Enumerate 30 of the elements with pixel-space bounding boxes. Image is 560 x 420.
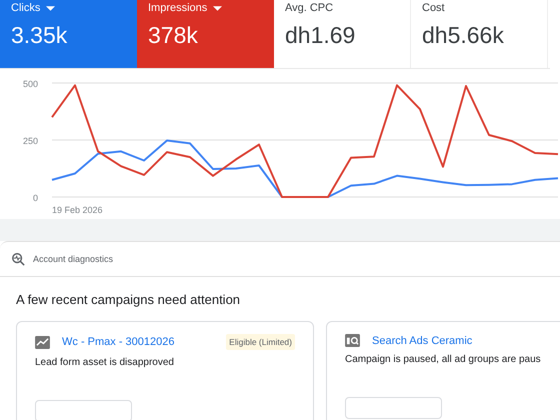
metric-label: Avg. CPC: [285, 2, 334, 14]
metric-label: Clicks: [11, 2, 40, 14]
metric-value: 378k: [148, 22, 199, 49]
metric-tile[interactable]: Cost dh5.66k: [411, 0, 548, 68]
metric-tile[interactable]: Clicks 3.35k: [0, 0, 137, 68]
metric-tile[interactable]: Impressions 378k: [137, 0, 274, 68]
campaign-message: Campaign is paused, all ad groups are paus: [345, 354, 542, 365]
metric-value: dh1.69: [285, 22, 356, 49]
metric-value: dh5.66k: [422, 22, 505, 49]
panel-title: Account diagnostics: [33, 254, 114, 264]
campaign-link[interactable]: Wc - Pmax - 30012026: [62, 336, 174, 348]
metric-value: 3.35k: [11, 22, 68, 49]
status-badge: Eligible (Limited): [226, 334, 295, 350]
metric-tile[interactable]: Avg. CPC dh1.69: [274, 0, 411, 68]
campaign-link[interactable]: Search Ads Ceramic: [372, 334, 472, 346]
date-label: 19 Feb 2026: [52, 205, 103, 215]
y-tick-label: 0: [32, 193, 38, 203]
campaign-message: Lead form asset is disapproved: [35, 357, 175, 368]
metric-label: Cost: [422, 2, 445, 14]
card-button[interactable]: [345, 397, 442, 419]
metric-label: Impressions: [148, 2, 208, 14]
card-button[interactable]: [35, 400, 132, 420]
caret-icon: [46, 6, 56, 10]
diagnostics-icon: [11, 252, 25, 266]
y-tick-label: 250: [22, 136, 38, 146]
y-tick-label: 500: [22, 79, 38, 89]
search-ad-icon: [345, 334, 360, 347]
section-heading: A few recent campaigns need attention: [15, 291, 242, 307]
chart-trend-icon: [35, 336, 50, 348]
caret-icon: [213, 6, 222, 10]
